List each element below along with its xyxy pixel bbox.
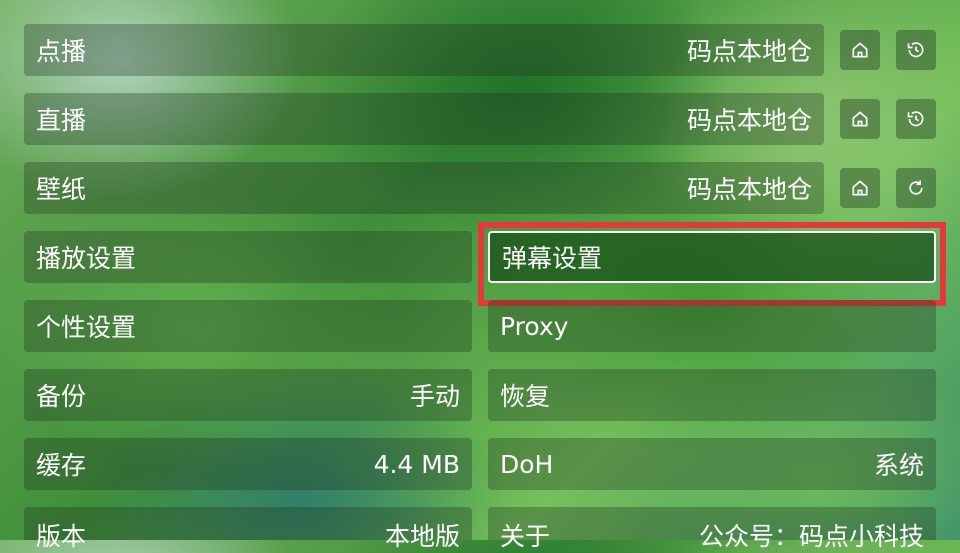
wallpaper-label: 壁纸 bbox=[36, 175, 87, 204]
version-label: 版本 bbox=[36, 522, 87, 551]
live-label: 直播 bbox=[36, 106, 87, 135]
backup-label: 备份 bbox=[36, 382, 87, 411]
doh-label: DoH bbox=[500, 449, 554, 479]
backup-row[interactable]: 备份 手动 bbox=[24, 369, 472, 421]
vod-row[interactable]: 点播 码点本地仓 bbox=[24, 24, 824, 76]
live-history-button[interactable] bbox=[896, 99, 936, 139]
wallpaper-row[interactable]: 壁纸 码点本地仓 bbox=[24, 162, 824, 214]
backup-value: 手动 bbox=[409, 382, 460, 411]
home-icon bbox=[852, 42, 868, 58]
doh-row[interactable]: DoH 系统 bbox=[488, 438, 936, 490]
playback-settings-label: 播放设置 bbox=[36, 244, 137, 273]
doh-value: 系统 bbox=[873, 451, 924, 480]
cache-row[interactable]: 缓存 4.4 MB bbox=[24, 438, 472, 490]
wallpaper-home-button[interactable] bbox=[840, 168, 880, 208]
vod-home-button[interactable] bbox=[840, 30, 880, 70]
highlight-box bbox=[478, 222, 946, 306]
about-row[interactable]: 关于 公众号：码点小科技 bbox=[488, 507, 936, 551]
personal-settings-row[interactable]: 个性设置 bbox=[24, 300, 472, 352]
live-row[interactable]: 直播 码点本地仓 bbox=[24, 93, 824, 145]
proxy-row[interactable]: Proxy bbox=[488, 300, 936, 352]
about-value: 公众号：码点小科技 bbox=[698, 522, 924, 551]
vod-label: 点播 bbox=[36, 37, 87, 66]
restore-label: 恢复 bbox=[500, 382, 551, 411]
home-icon bbox=[852, 111, 868, 127]
wallpaper-value: 码点本地仓 bbox=[686, 175, 812, 204]
vod-value: 码点本地仓 bbox=[686, 37, 812, 66]
refresh-icon bbox=[909, 180, 923, 195]
personal-settings-label: 个性设置 bbox=[36, 313, 137, 342]
history-icon bbox=[907, 111, 924, 127]
history-icon bbox=[907, 42, 924, 58]
about-label: 关于 bbox=[500, 522, 551, 551]
cache-value: 4.4 MB bbox=[373, 449, 460, 479]
version-row[interactable]: 版本 本地版 bbox=[24, 507, 472, 551]
live-value: 码点本地仓 bbox=[686, 106, 812, 135]
vod-history-button[interactable] bbox=[896, 30, 936, 70]
cache-label: 缓存 bbox=[36, 451, 87, 480]
wallpaper-refresh-button[interactable] bbox=[896, 168, 936, 208]
version-value: 本地版 bbox=[384, 522, 460, 551]
playback-settings-row[interactable]: 播放设置 bbox=[24, 231, 472, 283]
proxy-label: Proxy bbox=[500, 311, 569, 341]
home-icon bbox=[852, 180, 868, 196]
live-home-button[interactable] bbox=[840, 99, 880, 139]
restore-row[interactable]: 恢复 bbox=[488, 369, 936, 421]
